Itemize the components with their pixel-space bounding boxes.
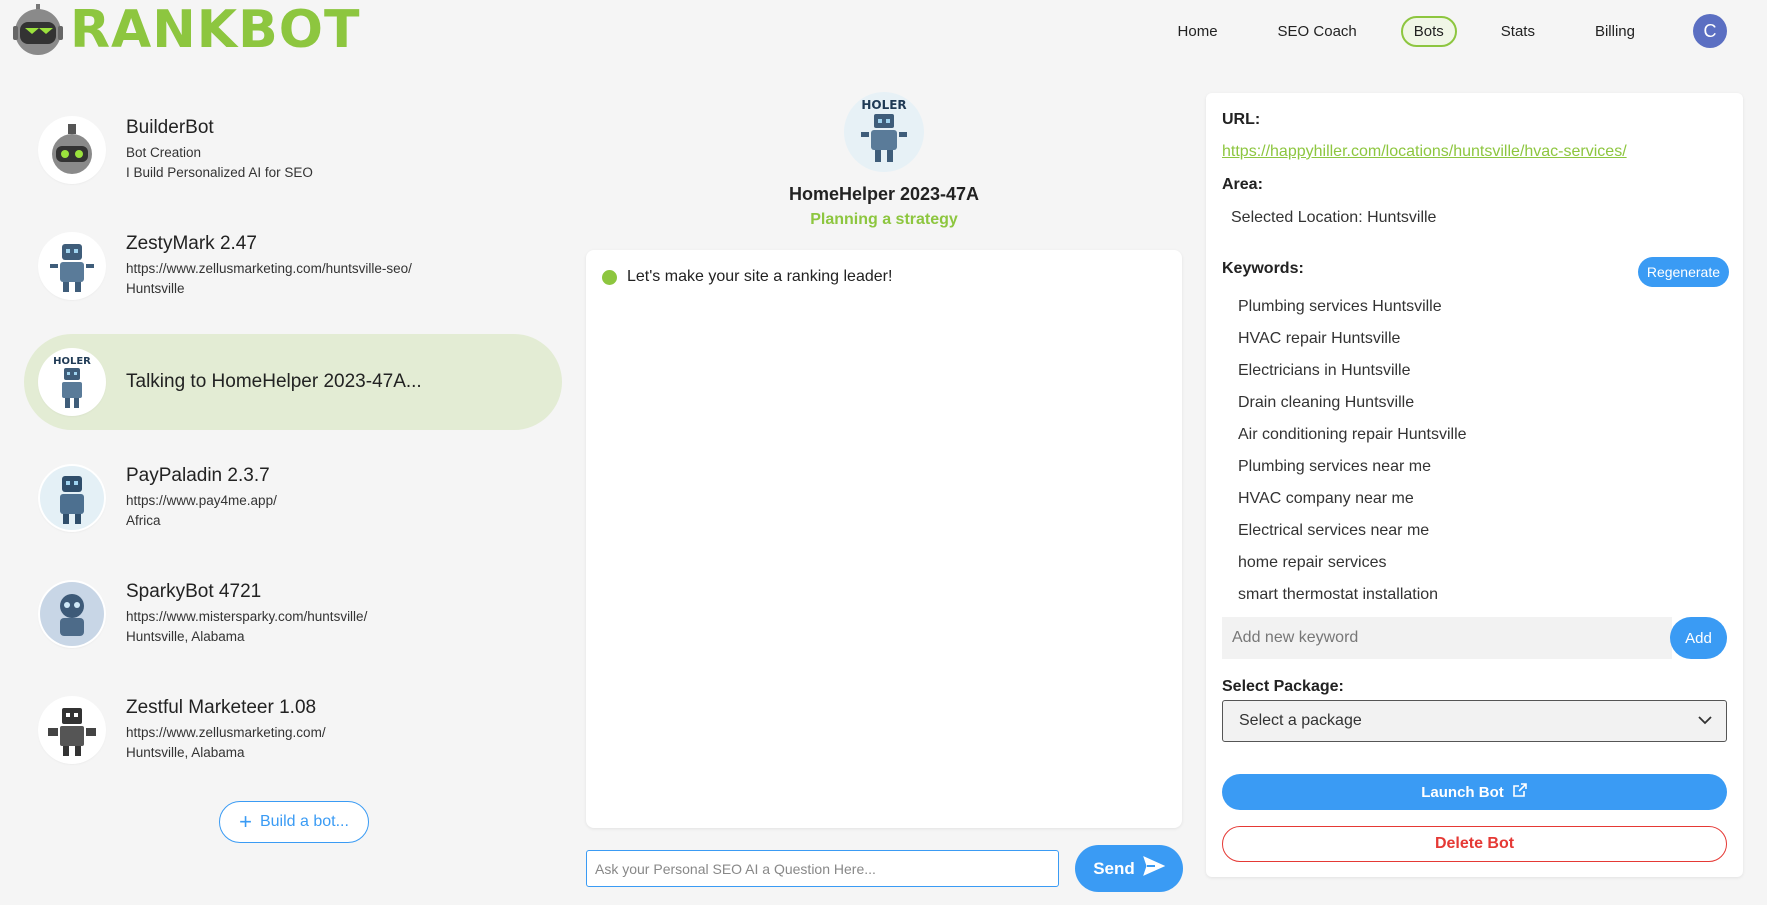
main-nav: Home SEO Coach Bots Stats Billing C	[1148, 14, 1727, 48]
paper-plane-icon	[1142, 856, 1165, 881]
url-label: URL:	[1222, 111, 1261, 128]
bot-location: Huntsville	[126, 281, 185, 296]
bot-name: SparkyBot 4721	[126, 581, 262, 602]
send-label: Send	[1093, 858, 1135, 878]
bot-list: BuilderBot Bot Creation I Build Personal…	[24, 92, 562, 788]
delete-bot-button[interactable]: Delete Bot	[1222, 826, 1727, 862]
keyword-item: Electrical services near me	[1238, 522, 1430, 539]
active-bot-name: HomeHelper 2023-47A	[788, 184, 980, 204]
robot-icon	[40, 582, 104, 646]
chat-input[interactable]	[586, 850, 1059, 887]
build-bot-button[interactable]: + Build a bot...	[219, 801, 369, 843]
keyword-item: Plumbing services near me	[1238, 458, 1431, 475]
homehelper-avatar-icon: HOLER	[844, 92, 924, 172]
rankbot-logo[interactable]: RANKBOT	[10, 4, 360, 56]
package-select-value: Select a package	[1239, 712, 1362, 729]
bot-url: https://www.zellusmarketing.com/	[126, 725, 326, 740]
bot-name: PayPaladin 2.3.7	[126, 465, 270, 486]
launch-bot-label: Launch Bot	[1421, 783, 1504, 801]
keyword-item: smart thermostat installation	[1238, 586, 1439, 603]
area-label: Area:	[1222, 176, 1263, 193]
keyword-list: Plumbing services Huntsville HVAC repair…	[1238, 291, 1467, 611]
keyword-item: home repair services	[1238, 554, 1387, 571]
nav-stats[interactable]: Stats	[1485, 15, 1551, 48]
chevron-down-icon	[1698, 712, 1712, 730]
brand-name: RANKBOT	[70, 0, 361, 60]
bot-item-builderbot[interactable]: BuilderBot Bot Creation I Build Personal…	[24, 92, 562, 208]
robot-logo-icon	[10, 4, 66, 56]
external-link-icon	[1512, 782, 1528, 802]
bot-location: Huntsville, Alabama	[126, 629, 245, 644]
bot-settings-panel: URL: https://happyhiller.com/locations/h…	[1206, 93, 1743, 877]
active-bot-header: HOLER HomeHelper 2023-47A Planning a str…	[586, 92, 1182, 229]
bot-name: BuilderBot	[126, 117, 214, 138]
bot-status-dot-icon	[602, 269, 617, 285]
bot-item-zestful-marketeer[interactable]: Zestful Marketeer 1.08 https://www.zellu…	[24, 672, 562, 788]
keyword-item: HVAC company near me	[1238, 490, 1414, 507]
keyword-item: Drain cleaning Huntsville	[1238, 394, 1415, 411]
homehelper-robot-icon: HOLER	[40, 350, 104, 414]
bot-name: Zestful Marketeer 1.08	[126, 697, 317, 718]
area-value: Selected Location: Huntsville	[1231, 209, 1437, 226]
regenerate-button[interactable]: Regenerate	[1637, 257, 1729, 287]
keyword-item: Air conditioning repair Huntsville	[1238, 426, 1467, 443]
new-keyword-input[interactable]	[1222, 617, 1672, 659]
keyword-item: Plumbing services Huntsville	[1238, 298, 1442, 315]
bot-url: https://www.mistersparky.com/huntsville/	[126, 609, 368, 624]
svg-text:HOLER: HOLER	[861, 98, 906, 112]
robot-icon	[40, 234, 104, 298]
keyword-item: Electricians in Huntsville	[1238, 362, 1411, 379]
package-select[interactable]: Select a package	[1222, 700, 1727, 742]
bot-location: Huntsville, Alabama	[126, 745, 245, 760]
bot-url: https://www.zellusmarketing.com/huntsvil…	[126, 261, 412, 276]
bot-item-paypaladin[interactable]: PayPaladin 2.3.7 https://www.pay4me.app/…	[24, 440, 562, 556]
nav-bots[interactable]: Bots	[1400, 15, 1457, 47]
bot-item-sparkybot[interactable]: SparkyBot 4721 https://www.mistersparky.…	[24, 556, 562, 672]
bot-name: Talking to HomeHelper 2023-47A...	[126, 371, 422, 392]
bot-item-homehelper[interactable]: HOLER Talking to HomeHelper 2023-47A...	[24, 334, 562, 430]
add-keyword-button[interactable]: Add	[1670, 617, 1727, 659]
builder-robot-icon	[40, 118, 104, 182]
robot-icon	[40, 698, 104, 762]
chat-message-text: Let's make your site a ranking leader!	[627, 268, 893, 285]
bot-url: https://www.pay4me.app/	[126, 493, 277, 508]
bot-url-link[interactable]: https://happyhiller.com/locations/huntsv…	[1222, 143, 1627, 161]
launch-bot-button[interactable]: Launch Bot	[1222, 774, 1727, 810]
robot-icon	[40, 466, 104, 530]
nav-billing[interactable]: Billing	[1579, 15, 1651, 48]
build-bot-label: Build a bot...	[259, 813, 349, 830]
bot-location: Africa	[126, 513, 161, 528]
chat-message: Let's make your site a ranking leader!	[586, 250, 1182, 286]
keywords-label: Keywords:	[1222, 260, 1304, 277]
package-label: Select Package:	[1222, 678, 1344, 695]
send-button[interactable]: Send	[1075, 845, 1183, 892]
nav-seo-coach[interactable]: SEO Coach	[1262, 15, 1373, 48]
bot-name: ZestyMark 2.47	[126, 233, 257, 254]
svg-text:HOLER: HOLER	[53, 356, 91, 367]
user-avatar[interactable]: C	[1693, 14, 1727, 48]
nav-home[interactable]: Home	[1162, 15, 1234, 48]
bot-description: I Build Personalized AI for SEO	[126, 165, 313, 180]
bot-item-zestymark[interactable]: ZestyMark 2.47 https://www.zellusmarketi…	[24, 208, 562, 324]
keyword-item: HVAC repair Huntsville	[1238, 330, 1401, 347]
chat-window: Let's make your site a ranking leader!	[586, 250, 1182, 828]
bot-subtitle: Bot Creation	[126, 145, 202, 160]
plus-icon: +	[239, 809, 252, 834]
active-bot-status: Planning a strategy	[810, 211, 958, 228]
top-header: RANKBOT Home SEO Coach Bots Stats Billin…	[0, 0, 1767, 62]
